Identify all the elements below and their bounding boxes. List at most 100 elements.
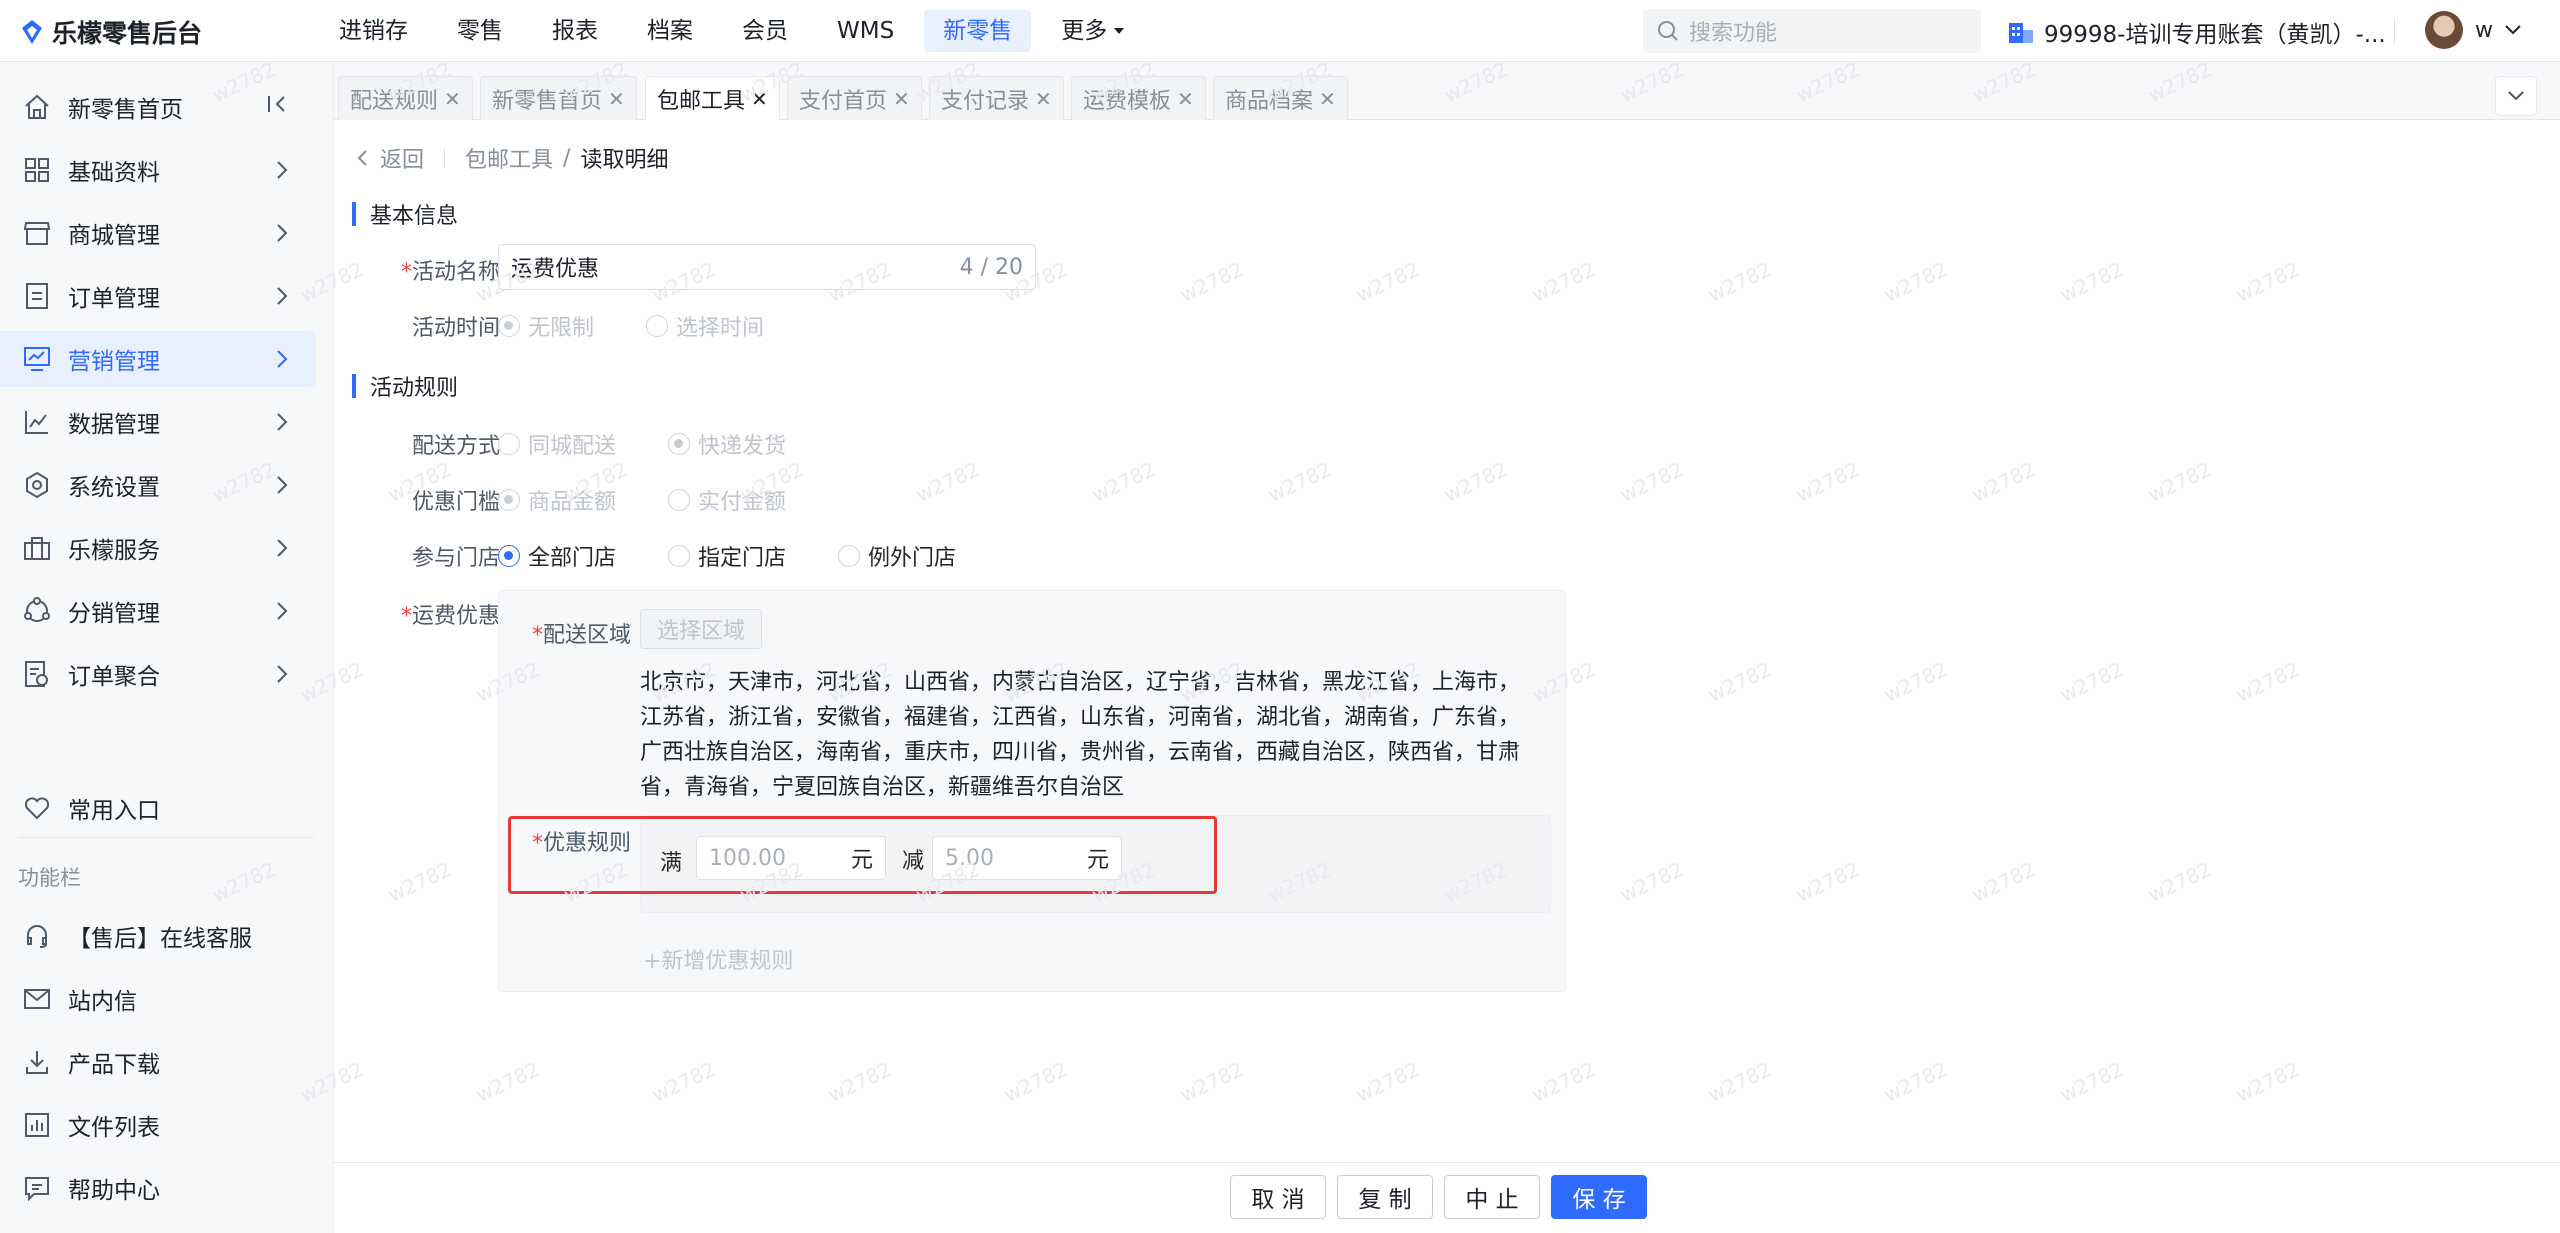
topnav-more[interactable]: 更多 — [1042, 10, 1144, 52]
chevron-right-icon — [276, 664, 288, 684]
threshold-options: 商品金额 实付金额 — [498, 484, 838, 516]
tab-payment-records[interactable]: 支付记录 ✕ — [929, 76, 1064, 120]
radio-label: 实付金额 — [698, 490, 787, 515]
radio-paid-amount[interactable]: 实付金额 — [668, 484, 786, 516]
tab-product-archive[interactable]: 商品档案 ✕ — [1213, 76, 1348, 120]
tab-freight-template[interactable]: 运费模板 ✕ — [1071, 76, 1206, 120]
app-logo[interactable]: 乐檬零售后台 — [20, 14, 202, 50]
tool-item-label: 站内信 — [68, 989, 137, 1015]
radio-excluded-stores[interactable]: 例外门店 — [838, 540, 956, 572]
sidebar-item-basic-data[interactable]: 基础资料 — [0, 142, 316, 198]
sidebar-item-label: 订单管理 — [68, 286, 160, 312]
tab-label: 支付首页 — [799, 88, 888, 114]
footer-actions: 取 消 复 制 中 止 保 存 — [334, 1162, 2560, 1233]
sidebar-item-label: 基础资料 — [68, 160, 160, 186]
radio-unlimited[interactable]: 无限制 — [498, 310, 594, 342]
freight-discount-label-text: 运费优惠 — [411, 604, 500, 629]
required-mark: * — [400, 604, 412, 629]
sidebar-item-order-aggregation[interactable]: 订单聚合 — [0, 646, 316, 702]
close-icon[interactable]: ✕ — [1035, 89, 1052, 109]
account-switcher[interactable]: 99998-培训专用账套（黄凯）-... — [2008, 15, 2386, 49]
favorites-entry[interactable]: 常用入口 — [0, 780, 316, 836]
cancel-button[interactable]: 取 消 — [1230, 1175, 1326, 1219]
sidebar-item-orders[interactable]: 订单管理 — [0, 268, 316, 324]
radio-label: 商品金额 — [528, 490, 617, 515]
sidebar-divider — [18, 837, 314, 838]
topnav-item-reports[interactable]: 报表 — [533, 10, 617, 52]
chevron-right-icon — [276, 286, 288, 306]
sidebar-item-label: 分销管理 — [68, 601, 160, 627]
tool-item-help[interactable]: 帮助中心 — [0, 1160, 316, 1216]
radio-dot — [498, 489, 520, 511]
top-nav: 进销存 零售 报表 档案 会员 WMS 新零售 更多 — [320, 10, 1155, 52]
sidebar-item-mall[interactable]: 商城管理 — [0, 205, 316, 261]
copy-button[interactable]: 复 制 — [1337, 1175, 1433, 1219]
main-content: 返回 包邮工具 / 读取明细 基本信息 *活动名称 运费优惠 4 / 20 活动… — [334, 120, 2560, 1162]
sidebar-item-distribution[interactable]: 分销管理 — [0, 583, 316, 639]
topnav-item-new-retail[interactable]: 新零售 — [924, 10, 1032, 52]
tool-item-file-list[interactable]: 文件列表 — [0, 1097, 316, 1153]
radio-dot — [838, 545, 861, 567]
sidebar-item-label: 商城管理 — [68, 223, 160, 249]
close-icon[interactable]: ✕ — [1177, 89, 1194, 109]
tab-delivery-rules[interactable]: 配送规则 ✕ — [338, 76, 473, 120]
tool-item-download[interactable]: 产品下载 — [0, 1034, 316, 1090]
selected-regions: 北京市，天津市，河北省，山西省，内蒙古自治区，辽宁省，吉林省，黑龙江省，上海市，… — [640, 670, 1521, 800]
section-accent-bar — [352, 374, 356, 398]
radio-dot — [498, 433, 520, 455]
activity-name-label-text: 活动名称 — [411, 260, 500, 285]
sidebar-item-new-retail-home[interactable]: 新零售首页 — [0, 79, 316, 135]
topnav-item-wms[interactable]: WMS — [818, 10, 913, 52]
chevron-left-icon[interactable] — [356, 149, 368, 167]
close-icon[interactable]: ✕ — [444, 89, 461, 109]
mail-icon — [22, 984, 52, 1014]
activity-name-input[interactable]: 运费优惠 4 / 20 — [498, 244, 1036, 290]
radio-goods-amount[interactable]: 商品金额 — [498, 484, 616, 516]
collapse-sidebar-icon[interactable] — [266, 93, 288, 115]
settings-icon — [22, 470, 52, 500]
save-button[interactable]: 保 存 — [1551, 1175, 1647, 1219]
topnav-item-members[interactable]: 会员 — [723, 10, 807, 52]
stop-button[interactable]: 中 止 — [1444, 1175, 1540, 1219]
tab-overflow-button[interactable] — [2495, 76, 2537, 116]
topnav-item-retail[interactable]: 零售 — [438, 10, 522, 52]
breadcrumb-parent[interactable]: 包邮工具 — [465, 142, 553, 174]
threshold-label: 优惠门槛 — [411, 490, 500, 515]
tool-item-online-service[interactable]: 【售后】在线客服 — [0, 908, 316, 964]
close-icon[interactable]: ✕ — [1319, 89, 1336, 109]
tab-new-retail-home[interactable]: 新零售首页 ✕ — [480, 76, 637, 120]
sidebar-item-label: 营销管理 — [68, 349, 160, 375]
sidebar-item-marketing[interactable]: 营销管理 — [0, 331, 316, 387]
section-accent-bar — [352, 202, 356, 226]
radio-dot — [498, 545, 520, 567]
close-icon[interactable]: ✕ — [608, 89, 625, 109]
delivery-method-label: 配送方式 — [411, 434, 500, 459]
tool-item-label: 【售后】在线客服 — [68, 926, 252, 952]
tab-free-shipping-tool[interactable]: 包邮工具 ✕ — [645, 76, 780, 120]
freight-discount-label: *运费优惠 — [382, 598, 500, 630]
radio-specified-stores[interactable]: 指定门店 — [668, 540, 786, 572]
sidebar-item-data[interactable]: 数据管理 — [0, 394, 316, 450]
radio-express[interactable]: 快递发货 — [668, 428, 786, 460]
select-area-button[interactable]: 选择区域 — [640, 609, 763, 649]
radio-all-stores[interactable]: 全部门店 — [498, 540, 616, 572]
radio-select-time[interactable]: 选择时间 — [646, 310, 764, 342]
radio-label: 快递发货 — [698, 434, 787, 459]
tool-item-inbox[interactable]: 站内信 — [0, 971, 316, 1027]
user-menu[interactable]: w — [2425, 11, 2521, 49]
search-box[interactable]: 搜索功能 — [1643, 9, 1981, 53]
tab-payment-home[interactable]: 支付首页 ✕ — [787, 76, 922, 120]
close-icon[interactable]: ✕ — [751, 89, 768, 109]
radio-same-city[interactable]: 同城配送 — [498, 428, 616, 460]
header-divider — [2394, 18, 2395, 44]
topnav-item-inventory[interactable]: 进销存 — [320, 10, 427, 52]
logo-icon — [20, 19, 44, 45]
close-icon[interactable]: ✕ — [893, 89, 910, 109]
back-link[interactable]: 返回 — [380, 142, 424, 174]
sidebar-item-lemeng-service[interactable]: 乐檬服务 — [0, 520, 316, 576]
sidebar-item-system-settings[interactable]: 系统设置 — [0, 457, 316, 513]
sidebar-item-label: 新零售首页 — [68, 97, 183, 123]
add-discount-rule-link[interactable]: +新增优惠规则 — [643, 943, 793, 975]
chevron-right-icon — [276, 160, 288, 180]
topnav-item-archives[interactable]: 档案 — [628, 10, 712, 52]
